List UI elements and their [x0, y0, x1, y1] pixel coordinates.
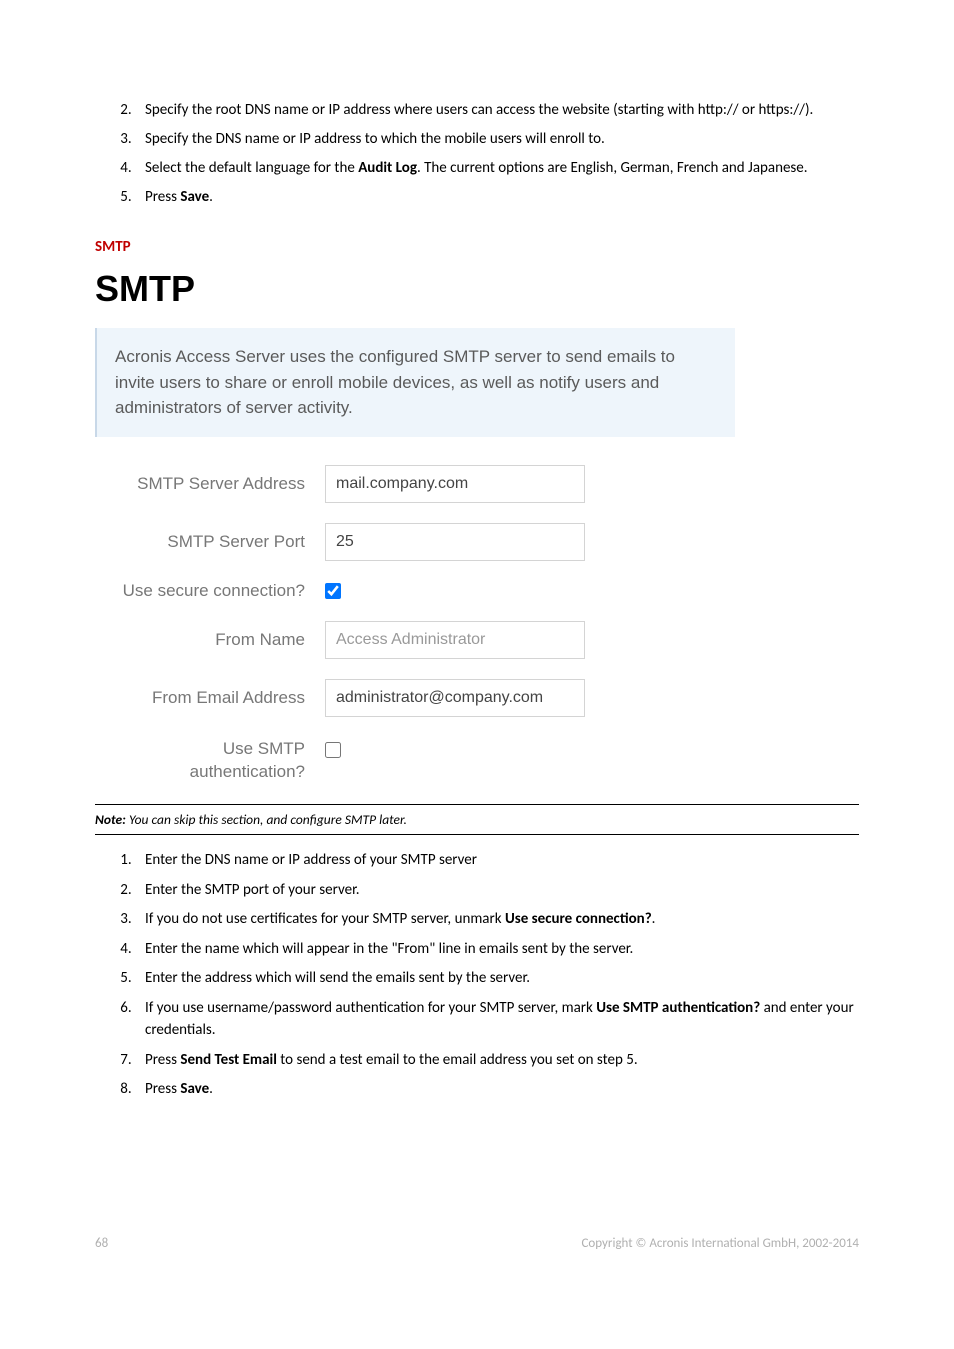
- use-smtp-auth-checkbox[interactable]: [325, 742, 341, 758]
- divider: [95, 804, 859, 805]
- secure-connection-checkbox[interactable]: [325, 583, 341, 599]
- label-secure-connection: Use secure connection?: [95, 581, 325, 601]
- label-from-email: From Email Address: [95, 688, 325, 708]
- list-item: Specify the DNS name or IP address to wh…: [135, 129, 859, 150]
- list-item-bold: Save: [180, 188, 209, 206]
- list-item-text: .: [209, 188, 213, 206]
- list-item-text: Press: [145, 1080, 180, 1098]
- label-use-auth: Use SMTP authentication?: [95, 737, 325, 785]
- list-item-bold: Use SMTP authentication?: [596, 999, 760, 1017]
- label-use-auth-line2: authentication?: [190, 762, 305, 781]
- list-item: Select the default language for the Audi…: [135, 158, 859, 179]
- form-row-use-auth: Use SMTP authentication?: [95, 737, 859, 785]
- instructions-list-2: Enter the DNS name or IP address of your…: [95, 849, 859, 1101]
- list-item: Enter the address which will send the em…: [135, 967, 859, 990]
- instructions-list-1: Specify the root DNS name or IP address …: [95, 100, 859, 208]
- label-from-name: From Name: [95, 630, 325, 650]
- note: Note: You can skip this section, and con…: [95, 811, 859, 828]
- list-item-text: Enter the name which will appear in the …: [145, 940, 633, 958]
- list-item-bold: Send Test Email: [180, 1051, 277, 1069]
- smtp-form: SMTP Server Address SMTP Server Port Use…: [95, 465, 859, 785]
- list-item: Specify the root DNS name or IP address …: [135, 100, 859, 121]
- list-item-text: Specify the DNS name or IP address to wh…: [145, 130, 605, 148]
- form-row-from-name: From Name: [95, 621, 859, 659]
- list-item-bold: Save: [180, 1080, 209, 1098]
- page-number: 68: [95, 1236, 108, 1251]
- list-item: Press Save.: [135, 1078, 859, 1101]
- label-server-port: SMTP Server Port: [95, 532, 325, 552]
- form-row-server-port: SMTP Server Port: [95, 523, 859, 561]
- list-item-text: Specify the root DNS name or IP address …: [145, 101, 813, 119]
- list-item: Enter the DNS name or IP address of your…: [135, 849, 859, 872]
- smtp-section-heading: SMTP: [95, 238, 859, 256]
- list-item: If you do not use certificates for your …: [135, 908, 859, 931]
- list-item: Enter the SMTP port of your server.: [135, 879, 859, 902]
- list-item-text: Press: [145, 1051, 180, 1069]
- smtp-info-box: Acronis Access Server uses the configure…: [95, 328, 735, 437]
- label-server-address: SMTP Server Address: [95, 474, 325, 494]
- label-use-auth-line1: Use SMTP: [223, 739, 305, 758]
- note-label: Note:: [95, 811, 126, 828]
- form-row-server-address: SMTP Server Address: [95, 465, 859, 503]
- list-item: Press Save.: [135, 187, 859, 208]
- list-item-bold: Audit Log: [358, 159, 417, 177]
- list-item-text: to send a test email to the email addres…: [277, 1051, 638, 1069]
- list-item-bold: Use secure connection?: [505, 910, 652, 928]
- list-item-text: . The current options are English, Germa…: [417, 159, 808, 177]
- list-item-text: If you do not use certificates for your …: [145, 910, 505, 928]
- list-item-text: If you use username/password authenticat…: [145, 999, 596, 1017]
- smtp-title: SMTP: [95, 268, 859, 310]
- list-item: If you use username/password authenticat…: [135, 997, 859, 1042]
- divider: [95, 834, 859, 835]
- note-text-content: You can skip this section, and configure…: [126, 811, 407, 828]
- list-item-text: Enter the SMTP port of your server.: [145, 881, 360, 899]
- list-item: Enter the name which will appear in the …: [135, 938, 859, 961]
- list-item-text: Enter the DNS name or IP address of your…: [145, 851, 477, 869]
- list-item-text: .: [209, 1080, 213, 1098]
- form-row-from-email: From Email Address: [95, 679, 859, 717]
- list-item-text: Enter the address which will send the em…: [145, 969, 530, 987]
- page-footer: 68 Copyright © Acronis International Gmb…: [95, 1236, 859, 1251]
- list-item: Press Send Test Email to send a test ema…: [135, 1049, 859, 1072]
- smtp-server-address-input[interactable]: [325, 465, 585, 503]
- copyright-text: Copyright © Acronis International GmbH, …: [581, 1236, 859, 1251]
- form-row-secure-connection: Use secure connection?: [95, 581, 859, 601]
- list-item-text: .: [652, 910, 656, 928]
- list-item-text: Press: [145, 188, 180, 206]
- from-name-input[interactable]: [325, 621, 585, 659]
- from-email-input[interactable]: [325, 679, 585, 717]
- list-item-text: Select the default language for the: [145, 159, 358, 177]
- smtp-server-port-input[interactable]: [325, 523, 585, 561]
